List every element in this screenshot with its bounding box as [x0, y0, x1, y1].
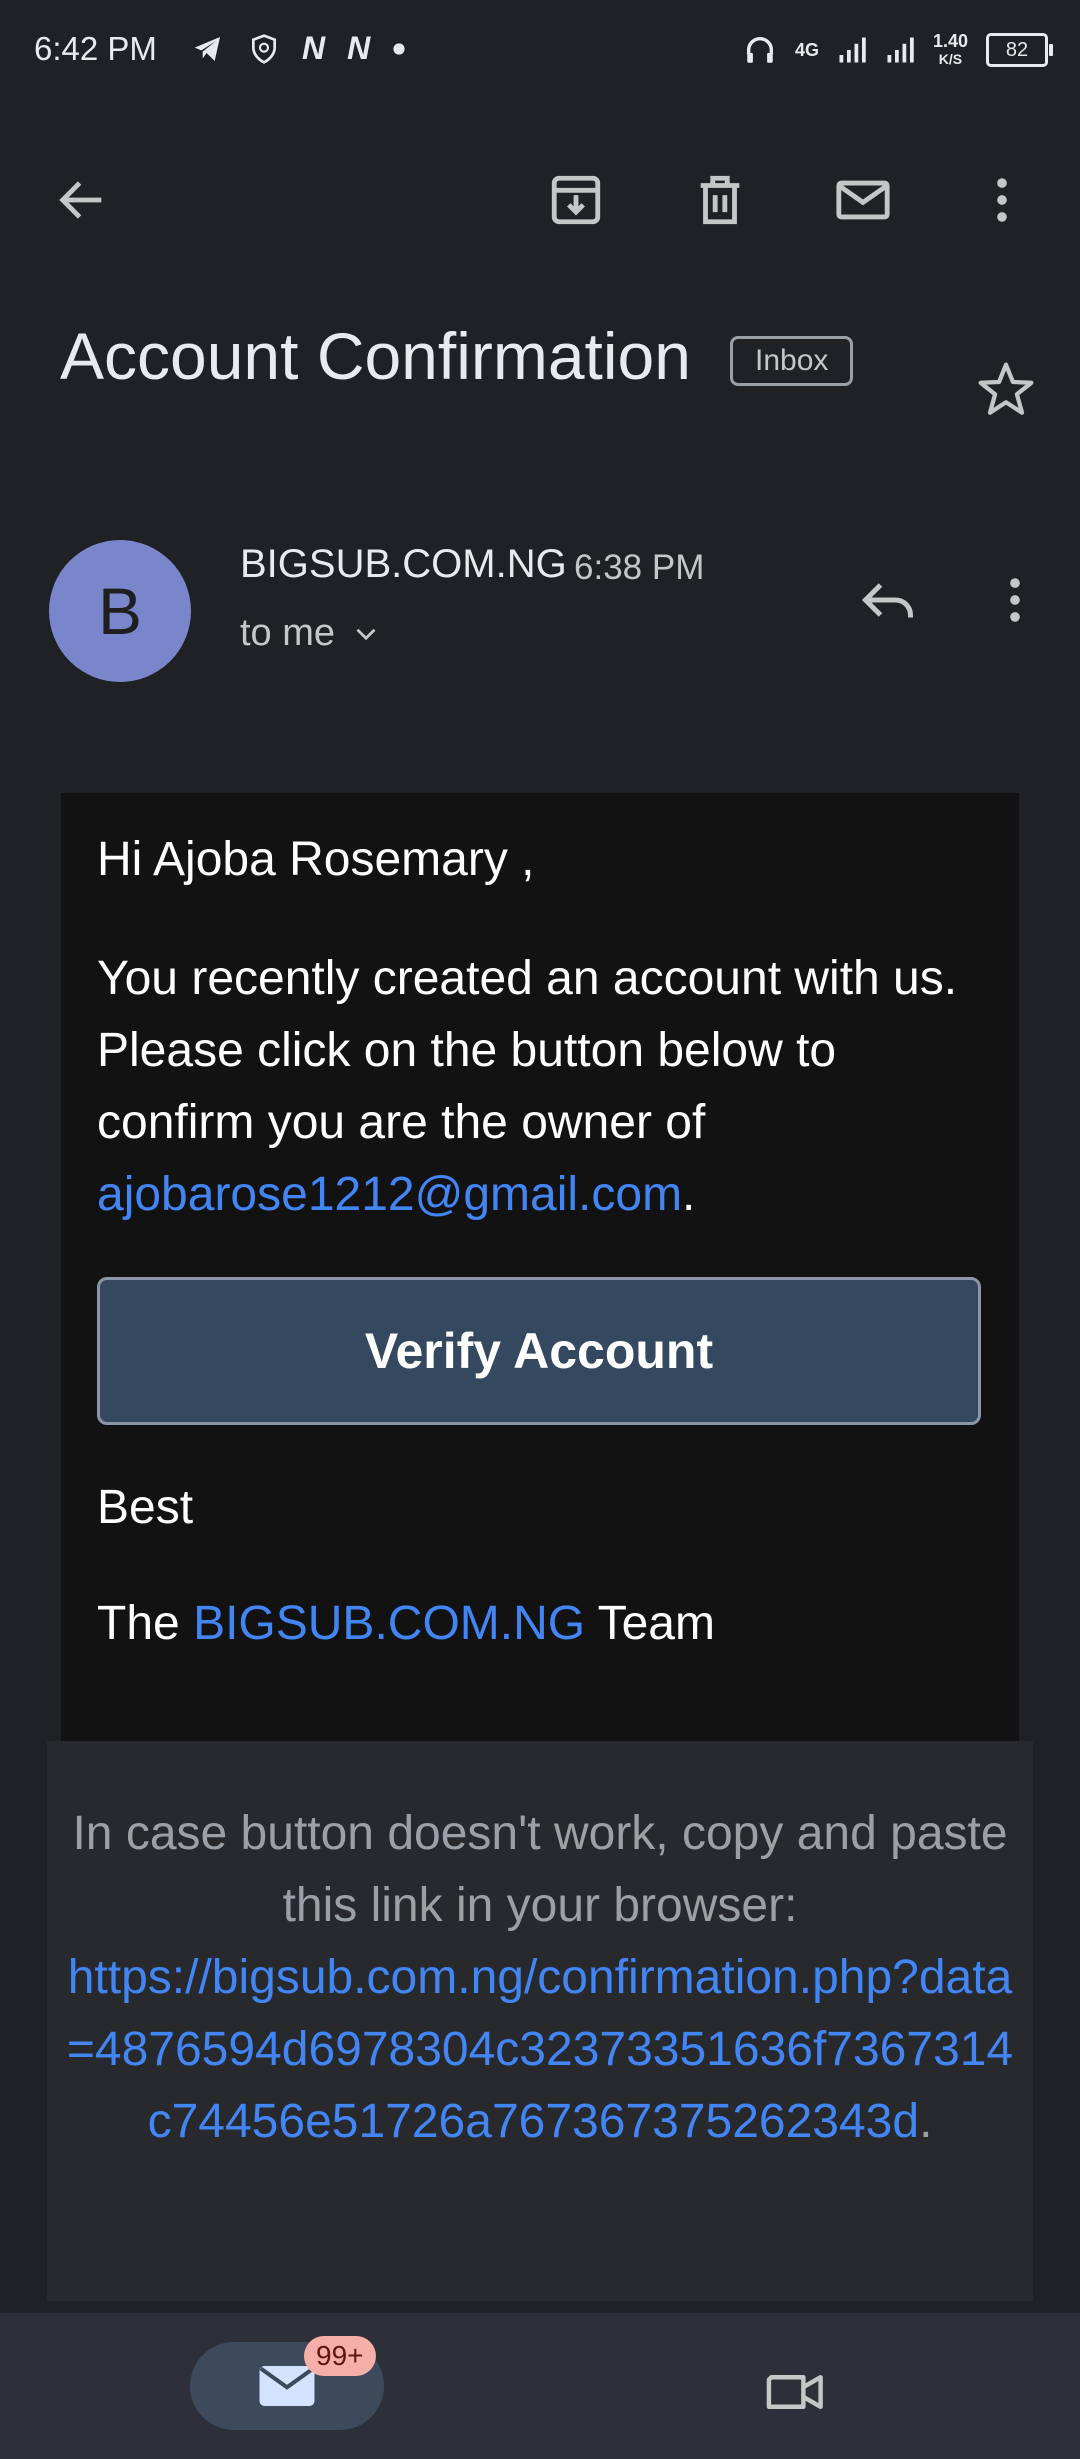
speed-value: 1.40 — [932, 31, 968, 51]
sender-avatar[interactable]: B — [49, 540, 191, 682]
telegram-icon — [194, 36, 220, 61]
email-signoff: Best — [97, 1481, 194, 1534]
email-greeting: Hi Ajoba Rosemary , — [97, 833, 535, 886]
delete-button[interactable] — [680, 160, 760, 240]
team-prefix: The — [97, 1597, 180, 1650]
inbox-label-badge[interactable]: Inbox — [730, 336, 854, 386]
notification-icons: N N — [190, 30, 406, 67]
email-address-link[interactable]: ajobarose1212@gmail.com — [97, 1168, 682, 1221]
battery-indicator: 82 — [986, 33, 1053, 67]
n-icon: N — [302, 30, 326, 66]
archive-button[interactable] — [536, 160, 616, 240]
recipient-label: to me — [240, 612, 336, 654]
email-team-signature: The BIGSUB.COM.NG Team — [97, 1596, 715, 1651]
mark-unread-icon — [836, 180, 890, 220]
mail-icon — [259, 2366, 315, 2406]
archive-icon — [551, 175, 601, 225]
headphones-icon — [746, 37, 773, 63]
signal-icon — [887, 37, 914, 63]
star-icon — [978, 362, 1034, 415]
dot-icon — [393, 42, 405, 55]
meet-tab[interactable] — [752, 2348, 840, 2436]
more-vert-icon — [997, 178, 1007, 222]
bottom-navigation — [0, 2313, 1080, 2459]
n-icon: N — [347, 30, 371, 66]
chevron-down-icon — [356, 628, 376, 640]
more-options-button[interactable] — [962, 160, 1042, 240]
network-type: 4G — [794, 40, 819, 60]
delete-icon — [700, 175, 740, 225]
confirmation-url-link[interactable]: https://bigsub.com.ng/confirmation.php?d… — [67, 1951, 1013, 2148]
speed-unit: K/S — [938, 51, 963, 67]
sent-time: 6:38 PM — [574, 548, 705, 587]
url-period: . — [919, 2095, 933, 2148]
status-right: 4G 1.40 K/S 82 — [743, 32, 1053, 68]
unread-count-badge: 99+ — [304, 2336, 376, 2376]
shield-icon — [252, 33, 276, 64]
confirmation-url-block: https://bigsub.com.ng/confirmation.php?d… — [60, 1942, 1020, 2158]
footer-instruction: In case button doesn't work, copy and pa… — [72, 1807, 1008, 1932]
status-time: 6:42 PM — [34, 30, 157, 67]
message-period: . — [682, 1168, 696, 1221]
team-suffix: Team — [597, 1597, 715, 1650]
star-button[interactable] — [966, 350, 1046, 430]
signal-icon — [839, 37, 866, 63]
network-speed: 1.40 K/S — [933, 32, 968, 68]
sender-name: BIGSUB.COM.NG — [240, 542, 567, 586]
mark-unread-button[interactable] — [823, 160, 903, 240]
more-vert-icon — [1010, 578, 1020, 622]
recipient-details-toggle[interactable]: to me — [240, 612, 383, 655]
reply-icon — [861, 583, 913, 618]
back-button[interactable] — [42, 160, 122, 240]
website-link[interactable]: BIGSUB.COM.NG — [193, 1597, 585, 1650]
message-more-button[interactable] — [975, 560, 1055, 640]
reply-button[interactable] — [848, 560, 928, 640]
verify-account-button[interactable]: Verify Account — [97, 1277, 981, 1425]
email-message: You recently created an account with us.… — [97, 943, 997, 1231]
video-camera-icon — [766, 2375, 823, 2409]
back-arrow-icon — [59, 181, 102, 219]
status-bar: 6:42 PM N N 4G 1.40 K/S 82 — [0, 0, 1080, 110]
message-text: You recently created an account with us.… — [97, 952, 958, 1149]
email-subject: Account Confirmation — [60, 319, 691, 393]
